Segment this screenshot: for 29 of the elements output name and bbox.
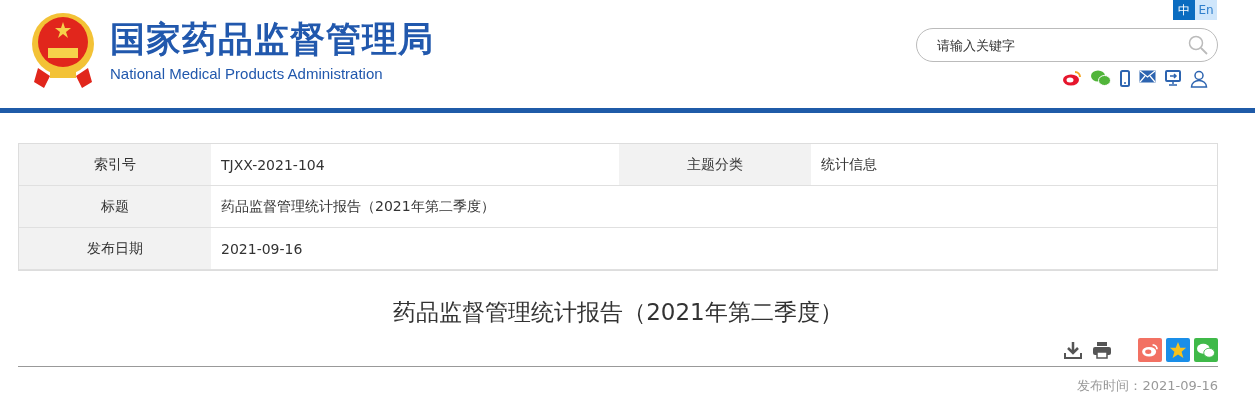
weibo-share-button[interactable]: [1138, 338, 1162, 362]
phone-icon[interactable]: [1120, 70, 1130, 87]
weibo-icon: [1141, 343, 1159, 357]
field-value: 2021-09-16: [211, 228, 1217, 270]
monitor-icon[interactable]: [1165, 70, 1181, 86]
search-field[interactable]: 请输入关键字: [916, 28, 1218, 62]
field-label: 标题: [19, 186, 211, 228]
download-icon[interactable]: [1064, 341, 1082, 359]
user-icon[interactable]: [1190, 70, 1208, 88]
language-tab[interactable]: En: [1195, 0, 1217, 20]
print-icon[interactable]: [1092, 341, 1112, 359]
star-icon: [1169, 341, 1187, 359]
field-value: TJXX-2021-104: [211, 144, 619, 186]
weibo-icon[interactable]: [1062, 70, 1082, 86]
article-title: 药品监督管理统计报告（2021年第二季度）: [392, 298, 844, 327]
field-value: 统计信息: [811, 144, 1217, 186]
mail-icon[interactable]: [1139, 70, 1156, 83]
site-title: 国家药品监督管理局: [110, 18, 434, 59]
wechat-share-button[interactable]: [1194, 338, 1218, 362]
site-subtitle: National Medical Products Administration: [110, 64, 384, 82]
star-share-button[interactable]: [1166, 338, 1190, 362]
language-tab[interactable]: 中: [1173, 0, 1195, 20]
field-label: 主题分类: [619, 144, 811, 186]
wechat-icon: [1197, 342, 1215, 358]
publish-date: 发布时间：2021-09-16: [1077, 378, 1218, 393]
field-label: 索引号: [19, 144, 211, 186]
field-value: 药品监督管理统计报告（2021年第二季度）: [211, 186, 1217, 228]
field-label: 发布日期: [19, 228, 211, 270]
wechat-icon[interactable]: [1091, 70, 1111, 86]
